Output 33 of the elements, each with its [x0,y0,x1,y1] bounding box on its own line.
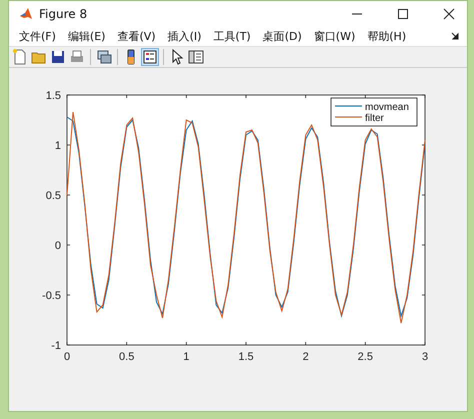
legend-line [334,116,362,118]
tick-label: 1.5 [46,90,61,102]
menu-item[interactable]: 帮助(H) [361,28,412,44]
menu-item[interactable]: 窗口(W) [308,28,362,44]
tick-label: 1 [183,351,190,363]
tick-label: -1 [51,340,61,352]
close-icon[interactable] [443,8,455,20]
menu-item[interactable]: 文件(F) [13,28,62,44]
maximize-icon[interactable] [397,8,409,20]
menu-item[interactable]: 编辑(E) [62,28,112,44]
tick-label: 2.5 [358,351,373,363]
link-icon[interactable] [95,48,113,66]
window-title: Figure 8 [39,6,88,20]
menu-item[interactable]: 插入(I) [162,28,208,44]
tick-label: 1 [54,140,61,152]
menu-item[interactable]: 工具(T) [207,28,257,44]
legend-label: filter [365,113,384,124]
tick-label: 0.5 [46,190,61,202]
menu-item[interactable]: 桌面(D) [256,28,308,44]
tick-label: 1.5 [238,351,254,363]
legend-icon[interactable] [141,48,159,66]
matlab-logo-icon [19,6,33,20]
tick-label: 0 [54,240,61,252]
tick-label: 0.5 [119,351,134,363]
tick-label: -0.5 [42,290,61,302]
tick-label: 0 [64,351,70,363]
tick-label: 2 [302,351,309,363]
tick-label: 3 [422,351,428,363]
property-editor-icon[interactable] [187,48,205,66]
legend-label: movmean [365,102,409,113]
save-icon[interactable] [49,48,67,66]
menu-item[interactable]: 查看(V) [111,28,162,44]
dock-arrow-icon[interactable] [451,32,459,40]
